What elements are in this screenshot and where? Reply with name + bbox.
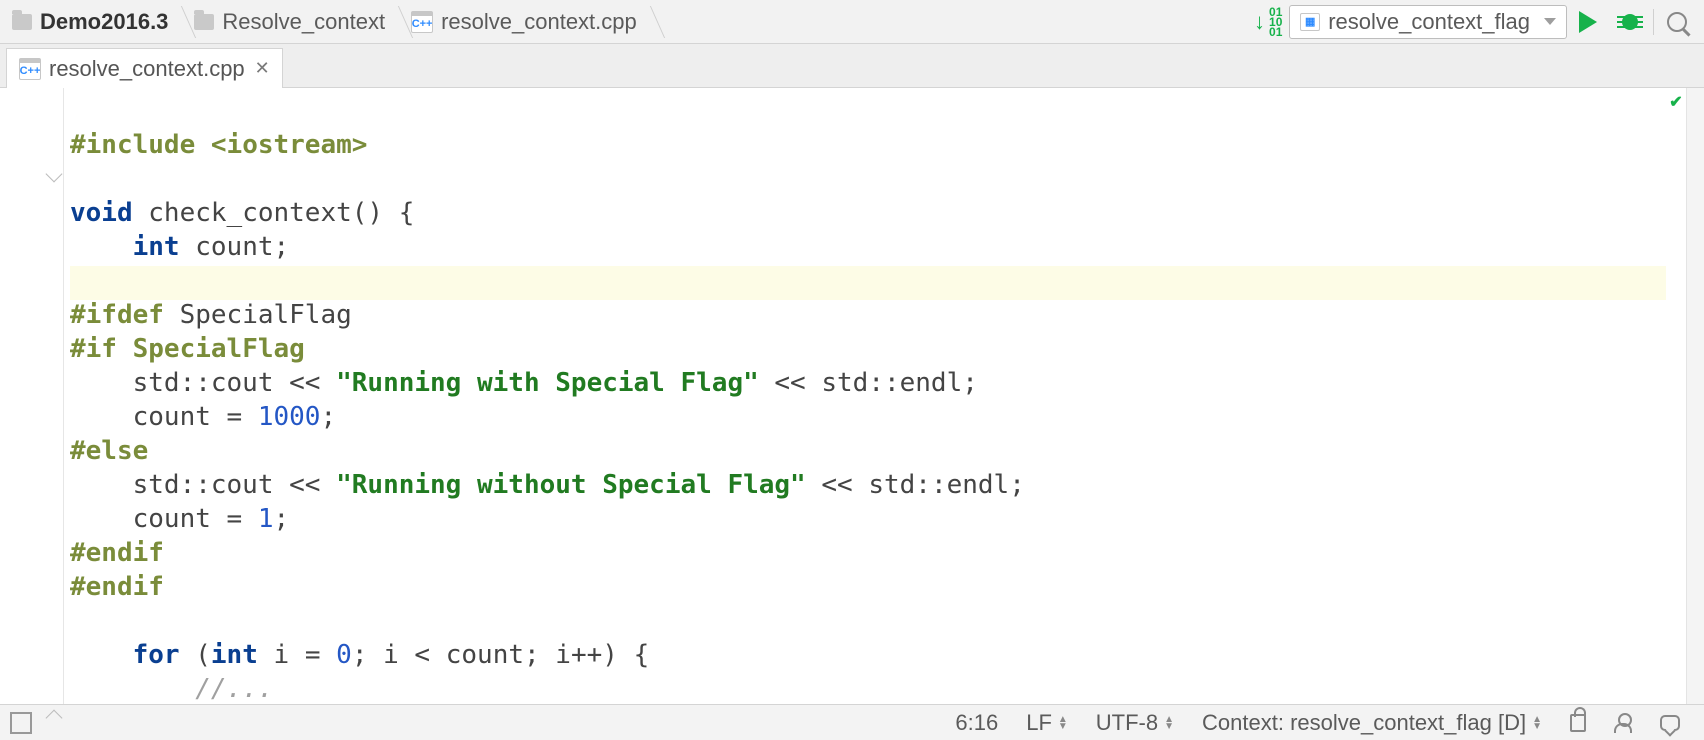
encoding-selector[interactable]: UTF-8 ▲▼ — [1096, 710, 1174, 736]
status-bar: 6:16 LF ▲▼ UTF-8 ▲▼ Context: resolve_con… — [0, 704, 1704, 740]
run-configuration-selector[interactable]: ▦ resolve_context_flag — [1289, 5, 1567, 39]
error-stripe[interactable]: ✔ — [1666, 88, 1686, 704]
code-line[interactable]: count = 1000; — [70, 400, 1666, 434]
feedback-button[interactable] — [1660, 715, 1680, 731]
chevron-down-icon — [1544, 18, 1556, 25]
code-line[interactable]: for (int i = 0; i < count; i++) { — [70, 638, 1666, 672]
updown-icon: ▲▼ — [1532, 716, 1542, 730]
run-button[interactable] — [1571, 5, 1605, 39]
folder-icon — [194, 14, 214, 30]
caret-position[interactable]: 6:16 — [955, 710, 998, 736]
bug-icon — [1620, 12, 1640, 32]
code-line[interactable]: int count; — [70, 230, 1666, 264]
editor-tab-label: resolve_context.cpp — [49, 56, 245, 82]
search-icon — [1667, 12, 1687, 32]
code-line[interactable]: //... — [70, 672, 1666, 704]
play-icon — [1579, 11, 1597, 33]
resolve-context-label: Context: resolve_context_flag [D] — [1202, 710, 1526, 736]
download-binary-icon: ↓ 01 10 01 — [1254, 7, 1282, 37]
vertical-scrollbar[interactable] — [1686, 88, 1704, 704]
resolve-context-selector[interactable]: Context: resolve_context_flag [D] ▲▼ — [1202, 710, 1542, 736]
code-line[interactable]: #endif — [70, 536, 1666, 570]
speech-bubble-icon — [1660, 715, 1680, 731]
code-line[interactable] — [70, 604, 1666, 638]
target-icon: ▦ — [1300, 13, 1320, 31]
fold-toggle-icon[interactable] — [46, 166, 63, 183]
breadcrumb-item-project[interactable]: Demo2016.3 — [0, 0, 182, 43]
code-line[interactable]: std::cout << "Running without Special Fl… — [70, 468, 1666, 502]
breadcrumb: Demo2016.3 Resolve_context C++ resolve_c… — [0, 0, 1247, 43]
lock-icon — [1570, 714, 1586, 732]
readonly-toggle[interactable] — [1570, 714, 1586, 732]
editor: #include <iostream> void check_context()… — [0, 88, 1704, 704]
code-line[interactable]: #else — [70, 434, 1666, 468]
tool-window-toggle-icon[interactable] — [10, 712, 32, 734]
code-line[interactable] — [70, 264, 1666, 298]
code-line[interactable]: #if SpecialFlag — [70, 332, 1666, 366]
cpp-file-icon: C++ — [411, 11, 433, 33]
breadcrumb-label: Resolve_context — [222, 9, 385, 35]
caret-position-label: 6:16 — [955, 710, 998, 736]
code-line[interactable]: #include <iostream> — [70, 128, 1666, 162]
editor-tab[interactable]: C++ resolve_context.cpp ✕ — [6, 48, 283, 88]
code-area[interactable]: #include <iostream> void check_context()… — [64, 88, 1666, 704]
line-separator-label: LF — [1026, 710, 1052, 736]
inspector-icon — [1614, 713, 1632, 733]
cpp-file-icon: C++ — [19, 58, 41, 80]
updown-icon: ▲▼ — [1058, 716, 1068, 730]
folder-icon — [12, 14, 32, 30]
inspection-profile-button[interactable] — [1614, 713, 1632, 733]
close-tab-button[interactable]: ✕ — [255, 58, 270, 79]
line-separator-selector[interactable]: LF ▲▼ — [1026, 710, 1068, 736]
code-line[interactable]: #ifdef SpecialFlag — [70, 298, 1666, 332]
gutter[interactable] — [0, 88, 64, 704]
top-toolbar: Demo2016.3 Resolve_context C++ resolve_c… — [0, 0, 1704, 44]
encoding-label: UTF-8 — [1096, 710, 1158, 736]
code-line[interactable] — [70, 162, 1666, 196]
updown-icon: ▲▼ — [1164, 716, 1174, 730]
breadcrumb-label: resolve_context.cpp — [441, 9, 637, 35]
code-line[interactable]: count = 1; — [70, 502, 1666, 536]
toolbar-separator — [1653, 9, 1654, 35]
editor-tabs: C++ resolve_context.cpp ✕ — [0, 44, 1704, 88]
run-configuration-label: resolve_context_flag — [1328, 9, 1530, 35]
code-line[interactable]: #endif — [70, 570, 1666, 604]
code-line[interactable]: std::cout << "Running with Special Flag"… — [70, 366, 1666, 400]
breadcrumb-label: Demo2016.3 — [40, 9, 168, 35]
search-button[interactable] — [1660, 5, 1694, 39]
breadcrumb-item-folder[interactable]: Resolve_context — [182, 0, 399, 43]
download-binary-button[interactable]: ↓ 01 10 01 — [1251, 5, 1285, 39]
inspection-ok-icon: ✔ — [1668, 94, 1684, 110]
breadcrumb-item-file[interactable]: C++ resolve_context.cpp — [399, 0, 651, 43]
debug-button[interactable] — [1613, 5, 1647, 39]
code-line[interactable]: void check_context() { — [70, 196, 1666, 230]
